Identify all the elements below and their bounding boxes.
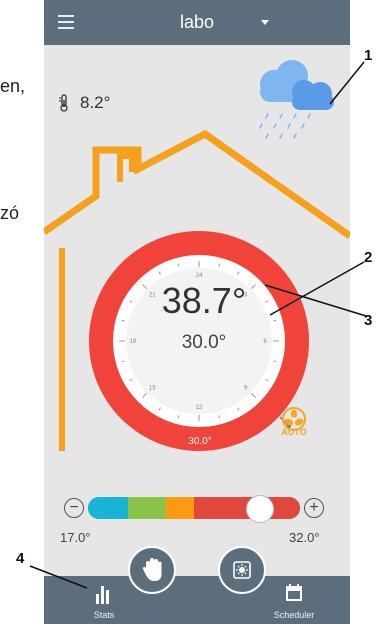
callout-1: 1 — [364, 47, 373, 64]
decrease-button[interactable]: − — [64, 498, 84, 518]
current-temperature: 38.7° — [161, 280, 247, 321]
calendar-icon — [286, 584, 302, 601]
callout-3: 3 — [364, 312, 373, 329]
callout-2: 2 — [364, 249, 373, 266]
cut-off-text-1: en, — [0, 76, 26, 96]
manual-mode-button[interactable] — [128, 546, 176, 594]
eco-mode-button[interactable] — [218, 546, 266, 594]
app-screen: labo 8.2° 21 24 3 6 9 12 15 18 38.7° 30.… — [44, 0, 350, 624]
dial-tick-label: 18 — [130, 339, 137, 345]
setpoint-temperature[interactable]: 30.0° — [158, 332, 250, 354]
ring-setpoint-label: 30.0° — [188, 436, 212, 447]
slider-thumb[interactable] — [246, 495, 274, 523]
dial-tick-label: 24 — [196, 273, 203, 279]
callout-4: 4 — [16, 550, 25, 567]
fan-mode-label: AUTO — [281, 427, 307, 437]
slider-max-label: 32.0° — [289, 530, 320, 545]
slider-segment-warm — [166, 497, 194, 519]
bar-chart-icon — [96, 586, 109, 604]
slider-segment-comfort — [128, 497, 166, 519]
dial-tick-label: 12 — [196, 405, 203, 411]
scheduler-label: Scheduler — [273, 610, 315, 620]
cut-off-text-2: zó — [0, 203, 20, 223]
slider-min-label: 17.0° — [60, 530, 91, 545]
tab-scheduler[interactable]: Scheduler — [262, 578, 326, 622]
stats-label: Stats — [93, 610, 115, 620]
slider-segment-cold — [88, 497, 128, 519]
sun-icon — [233, 561, 251, 579]
hand-icon — [142, 558, 162, 581]
tab-stats[interactable]: Stats — [82, 578, 126, 622]
increase-button[interactable]: + — [304, 498, 324, 518]
dial-tick-label: 15 — [149, 386, 156, 392]
fan-auto-button[interactable]: AUTO — [278, 407, 310, 437]
